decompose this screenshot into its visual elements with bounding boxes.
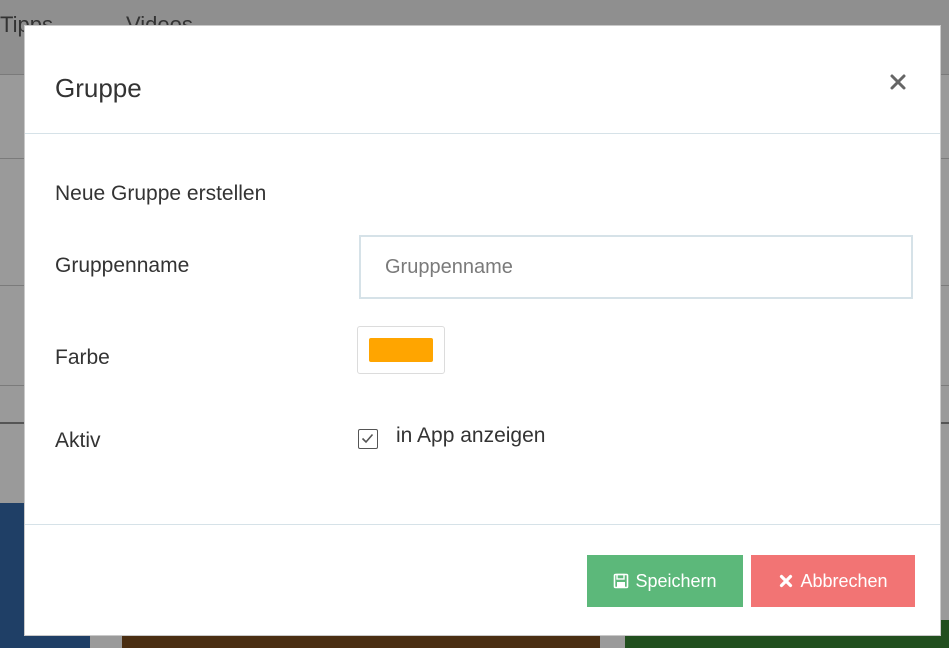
group-name-input[interactable]: [359, 235, 913, 299]
floppy-disk-icon: [613, 573, 629, 589]
modal-title: Gruppe: [55, 73, 142, 103]
check-icon: [361, 433, 374, 444]
form-subtitle: Neue Gruppe erstellen: [55, 182, 267, 205]
close-icon: [778, 573, 794, 589]
close-icon: [890, 74, 906, 90]
color-swatch: [369, 338, 433, 362]
modal-footer: Speichern Abbrechen: [25, 524, 940, 637]
group-name-label: Gruppenname: [55, 254, 190, 277]
save-button-label: Speichern: [635, 570, 717, 591]
active-checkbox-label: in App anzeigen: [396, 424, 546, 447]
active-checkbox[interactable]: [358, 429, 378, 449]
modal-header: Gruppe: [25, 26, 940, 134]
modal-body: Neue Gruppe erstellen Gruppenname Farbe …: [25, 134, 940, 524]
color-picker[interactable]: [357, 326, 445, 374]
cancel-button[interactable]: Abbrechen: [751, 555, 915, 607]
cancel-button-label: Abbrechen: [800, 570, 888, 591]
color-label: Farbe: [55, 346, 110, 369]
close-button[interactable]: [884, 68, 912, 96]
active-label: Aktiv: [55, 429, 101, 452]
group-modal: Gruppe Neue Gruppe erstellen Gruppenname…: [24, 25, 941, 636]
save-button[interactable]: Speichern: [587, 555, 743, 607]
